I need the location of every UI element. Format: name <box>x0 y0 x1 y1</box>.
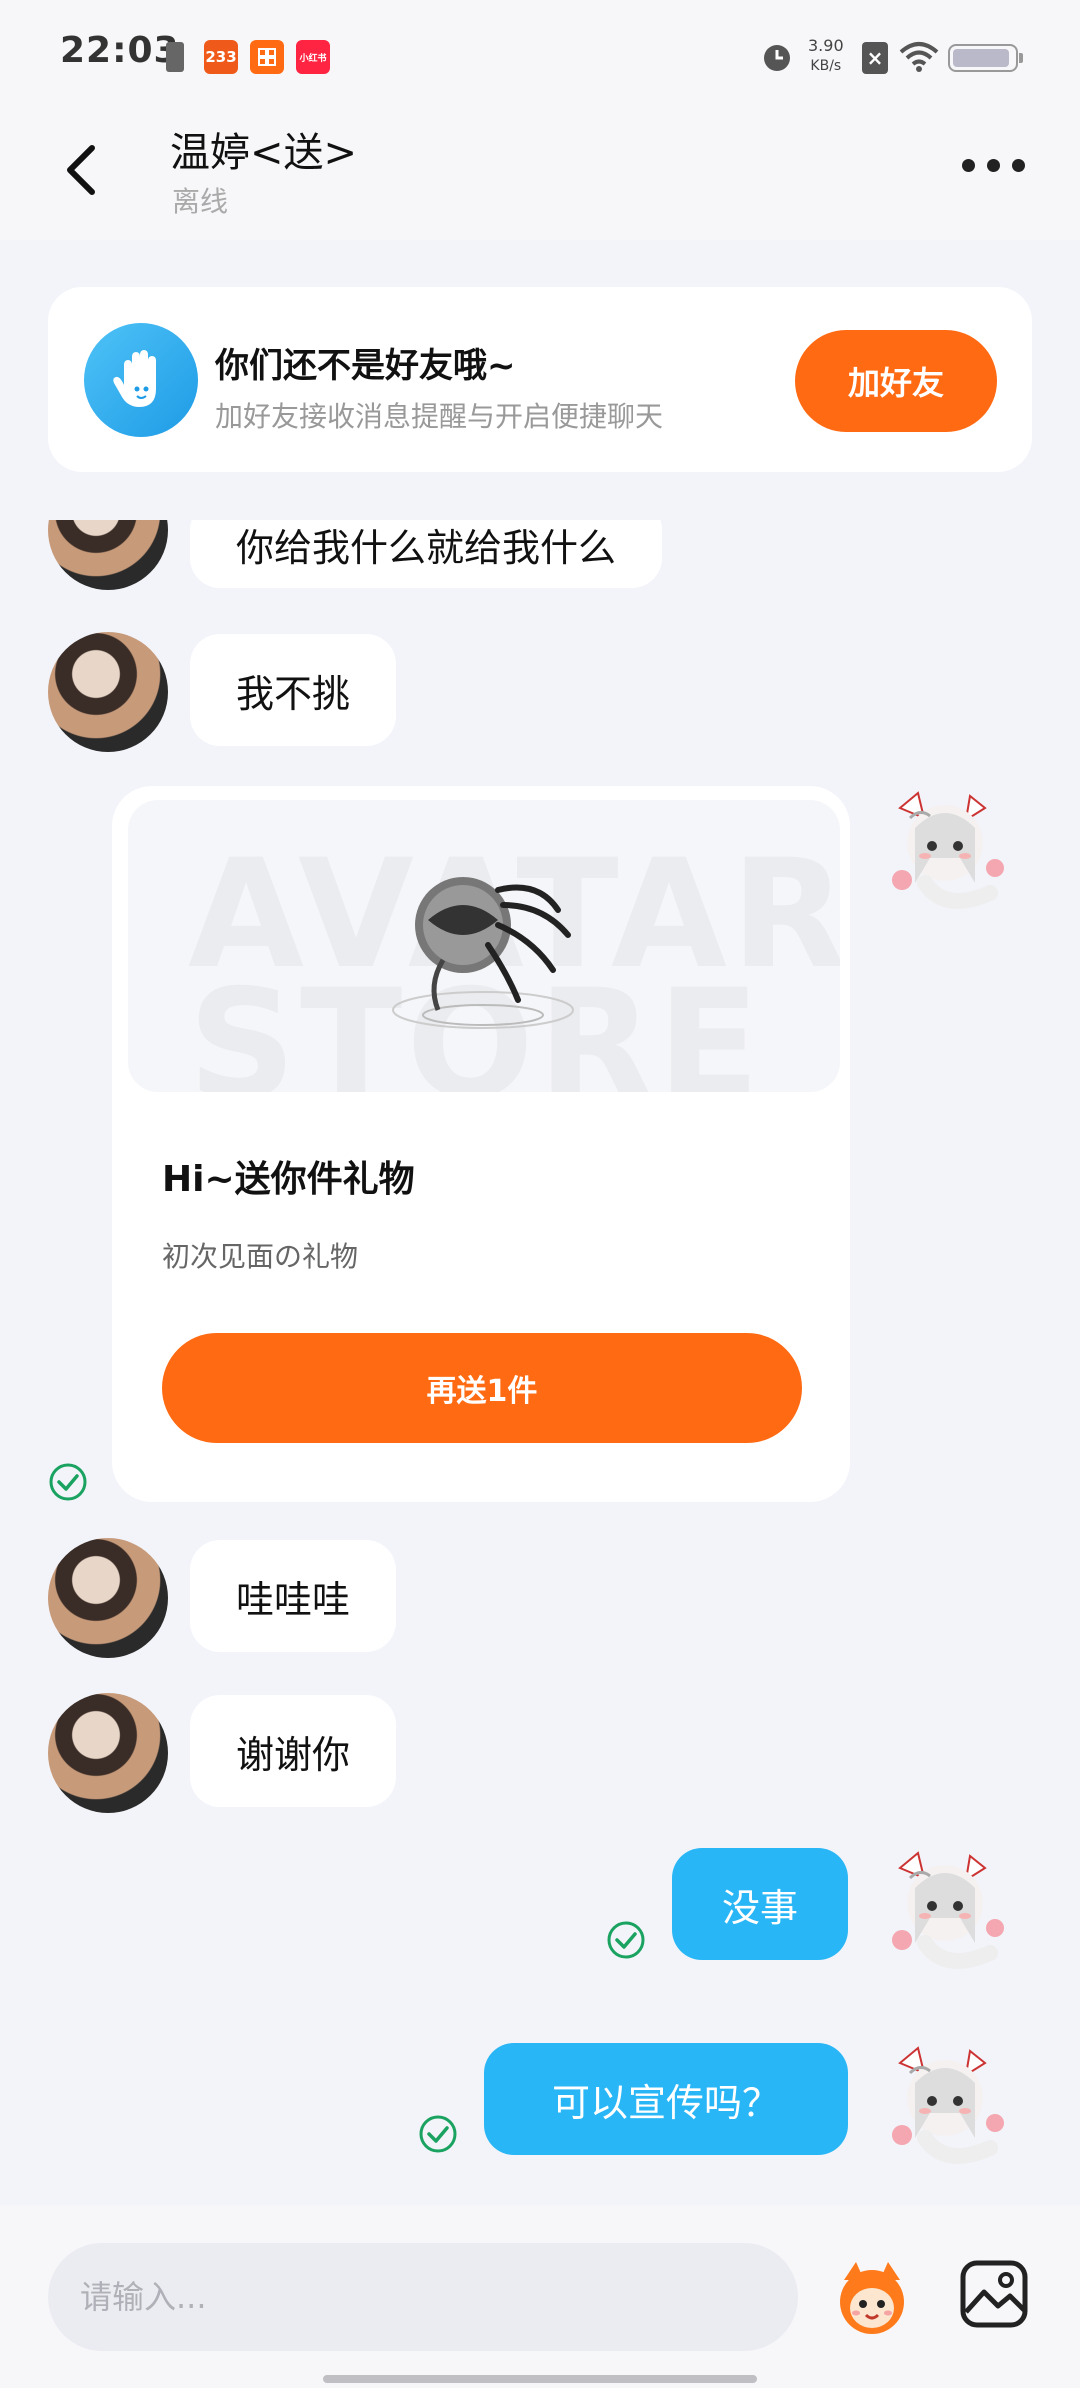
contact-avatar[interactable] <box>48 1693 168 1813</box>
wifi-icon <box>898 40 940 74</box>
contact-avatar[interactable] <box>48 520 168 590</box>
chat-header <box>0 100 1080 240</box>
net-speed-unit: KB/s <box>810 58 842 74</box>
message-bubble[interactable]: 谢谢你 <box>190 1695 397 1807</box>
home-indicator[interactable] <box>323 2375 757 2383</box>
app-badge-233: 233 <box>204 40 238 74</box>
app-badge-xiaohongshu: 小红书 <box>296 40 330 74</box>
message-text: 可以宣传吗？ <box>551 2080 780 2125</box>
battery-icon <box>948 44 1023 72</box>
my-avatar[interactable] <box>880 1848 1010 1978</box>
status-time: 22:03 <box>60 30 180 71</box>
back-arrow-icon[interactable] <box>58 140 106 200</box>
alarm-icon <box>760 40 794 74</box>
contact-name: 温婷<送> <box>170 130 358 176</box>
net-speed-value: 3.90 <box>808 36 844 55</box>
net-speed: 3.90 KB/s <box>808 36 844 76</box>
read-check-icon <box>419 2115 457 2153</box>
battery-small-icon <box>166 42 184 72</box>
add-friend-button[interactable]: 加好友 <box>795 330 997 432</box>
message-bubble[interactable]: 没事 <box>672 1848 848 1960</box>
message-text: 谢谢你 <box>236 1732 351 1777</box>
friend-card-title: 你们还不是好友哦~ <box>215 346 516 386</box>
image-picker-icon[interactable] <box>958 2258 1030 2330</box>
contact-status: 离线 <box>172 185 229 218</box>
message-text: 哇哇哇 <box>236 1577 351 1622</box>
contact-avatar[interactable] <box>48 632 168 752</box>
my-avatar[interactable] <box>880 2043 1010 2173</box>
more-dots-icon[interactable] <box>962 150 1032 180</box>
gift-subtitle: 初次见面の礼物 <box>162 1240 359 1273</box>
friend-card-subtitle: 加好友接收消息提醒与开启便捷聊天 <box>215 400 664 433</box>
message-bubble[interactable]: 哇哇哇 <box>190 1540 397 1652</box>
read-check-icon <box>49 1463 87 1501</box>
message-bubble[interactable]: 我不挑 <box>190 634 397 746</box>
message-text: 我不挑 <box>236 671 351 716</box>
app-badge-grid-icon <box>250 40 284 74</box>
sim-off-icon: × <box>862 42 888 74</box>
my-avatar[interactable] <box>880 788 1010 918</box>
gift-title: Hi~送你件礼物 <box>162 1159 415 1200</box>
contact-avatar[interactable] <box>48 1538 168 1658</box>
emoji-mascot-icon[interactable] <box>832 2258 912 2338</box>
message-text: 你给我什么就给我什么 <box>236 525 617 570</box>
message-row: 你给我什么就给我什么 <box>0 520 1080 590</box>
gift-artwork <box>392 877 574 1029</box>
message-bubble[interactable]: 你给我什么就给我什么 <box>190 520 663 588</box>
read-check-icon <box>607 1921 645 1959</box>
hand-wave-icon <box>84 323 198 437</box>
send-gift-again-button[interactable]: 再送1件 <box>162 1333 802 1443</box>
gift-image: AVATAR STORE <box>128 800 840 1092</box>
message-input[interactable] <box>48 2243 798 2351</box>
message-text: 没事 <box>721 1885 798 1930</box>
message-bubble[interactable]: 可以宣传吗？ <box>484 2043 848 2155</box>
